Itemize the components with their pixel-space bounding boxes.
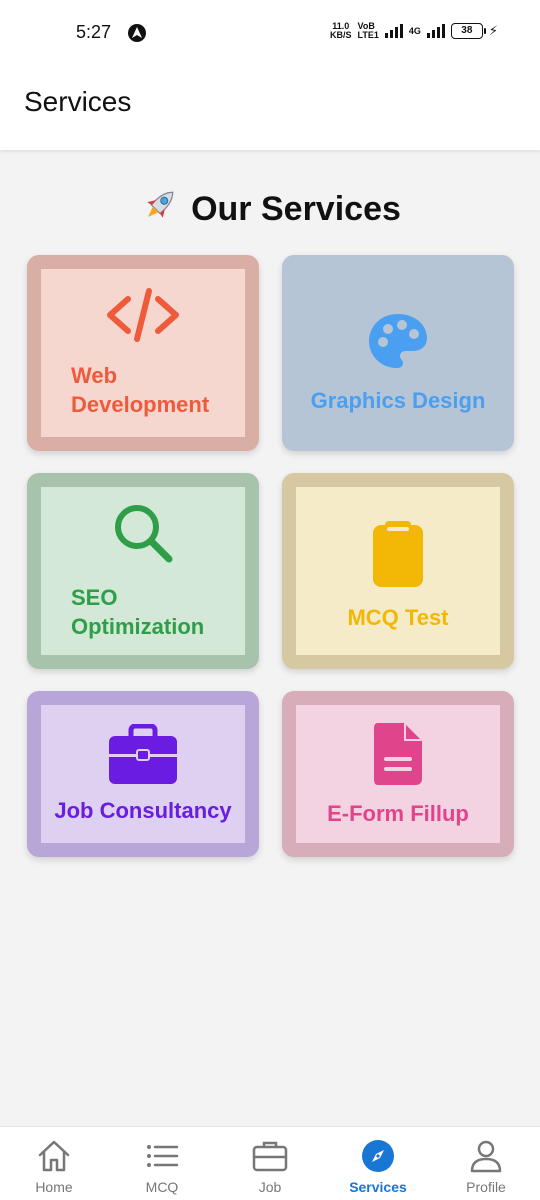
service-label: SEO Optimization <box>71 583 204 641</box>
clipboard-icon <box>373 521 423 587</box>
nav-item-home[interactable]: Home <box>0 1127 108 1200</box>
service-label-line2: Development <box>71 392 210 417</box>
status-time: 5:27 <box>76 22 112 42</box>
nav-item-job[interactable]: Job <box>216 1127 324 1200</box>
search-icon <box>115 505 173 563</box>
net-speed: 11.0 KB/S <box>330 22 352 40</box>
service-label: Web Development <box>71 361 209 419</box>
service-card-graphics-design[interactable]: Graphics Design <box>282 255 514 451</box>
compass-icon <box>359 1137 397 1175</box>
network-type: 4G <box>408 25 421 36</box>
nav-label: MCQ <box>145 1179 179 1195</box>
services-heading: Our Services <box>0 184 540 229</box>
volte-bottom: LTE1 <box>357 30 379 40</box>
nav-label: Profile <box>466 1179 506 1195</box>
nav-label: Home <box>35 1179 73 1195</box>
page-title: Services <box>24 86 132 117</box>
nav-label: Services <box>349 1179 407 1195</box>
list-icon <box>143 1137 181 1175</box>
service-card-e-form-fillup[interactable]: E-Form Fillup <box>282 691 514 857</box>
briefcase-icon <box>251 1137 289 1175</box>
briefcase-icon <box>109 724 177 784</box>
service-label: Job Consultancy <box>54 798 232 823</box>
app-bar: Services <box>0 64 540 150</box>
signal-2-icon <box>426 24 445 38</box>
service-label-line1: SEO <box>71 585 118 610</box>
service-label-line2: Optimization <box>71 614 205 639</box>
nav-item-services[interactable]: Services <box>324 1127 432 1200</box>
document-icon <box>374 723 422 785</box>
charging-icon: ⚡ <box>488 23 498 38</box>
service-card-web-development[interactable]: Web Development <box>27 255 259 451</box>
bottom-navigation: Home MCQ Job Services Profile <box>0 1126 540 1200</box>
status-bar: 5:27 11.0 KB/S VoB LTE1 4G 38 ⚡ <box>0 0 540 64</box>
home-icon <box>35 1137 73 1175</box>
heading-title: Our Services <box>191 190 401 228</box>
net-speed-unit: KB/S <box>329 30 352 40</box>
rocket-icon <box>147 191 174 218</box>
service-label: MCQ Test <box>347 605 449 630</box>
status-indicators: 11.0 KB/S VoB LTE1 4G 38 ⚡ <box>330 22 498 40</box>
service-label: E-Form Fillup <box>327 801 469 826</box>
service-card-mcq-test[interactable]: MCQ Test <box>282 473 514 669</box>
person-icon <box>467 1137 505 1175</box>
volte-indicator: VoB LTE1 <box>358 22 379 40</box>
service-label-line1: Web <box>71 363 118 388</box>
battery-icon: 38 <box>450 23 486 39</box>
service-label: Graphics Design <box>310 388 486 413</box>
signal-icon <box>384 24 403 38</box>
service-card-seo-optimization[interactable]: SEO Optimization <box>27 473 259 669</box>
nav-item-profile[interactable]: Profile <box>432 1127 540 1200</box>
nav-label: Job <box>258 1179 282 1195</box>
code-icon <box>107 288 179 342</box>
navigation-arrow-icon <box>128 24 146 42</box>
palette-icon <box>369 314 427 368</box>
nav-item-mcq[interactable]: MCQ <box>108 1127 216 1200</box>
service-card-job-consultancy[interactable]: Job Consultancy <box>27 691 259 857</box>
